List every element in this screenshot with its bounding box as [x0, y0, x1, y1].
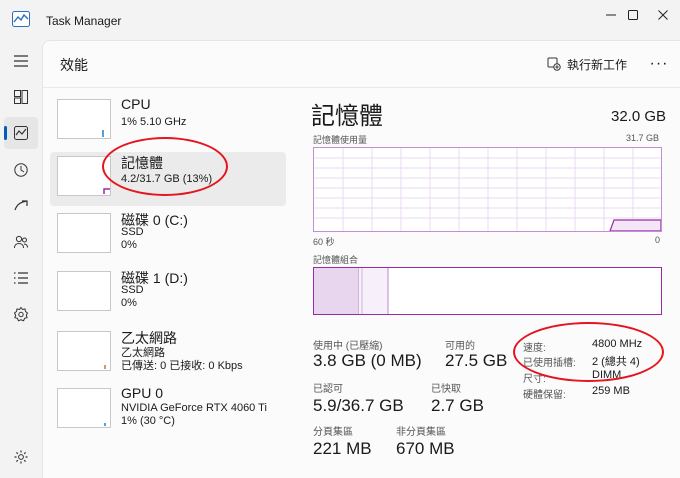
paged-pool-value: 221 MB: [313, 439, 372, 458]
ethernet-throughput: 已傳送: 0 已接收: 0 Kbps: [121, 360, 243, 372]
details-icon: [14, 272, 28, 284]
gpu-name: GPU 0: [121, 385, 164, 401]
page-title: 效能: [60, 57, 88, 73]
settings-icon: [14, 450, 28, 464]
menu-icon: [14, 55, 28, 67]
available-value: 27.5 GB: [445, 351, 508, 370]
nav-services[interactable]: [4, 298, 38, 330]
slots-used-value: 2 (總共 4): [592, 356, 640, 368]
app-history-icon: [14, 163, 28, 177]
hardware-reserved-value: 259 MB: [592, 385, 630, 397]
cpu-usage: 1% 5.10 GHz: [121, 116, 187, 128]
composition-modified: [359, 268, 388, 314]
task-manager-icon: [12, 11, 30, 27]
window-title: Task Manager: [46, 14, 122, 28]
cpu-thumbnail: [57, 99, 111, 139]
perf-item-ethernet[interactable]: 乙太網路 乙太網路 已傳送: 0 已接收: 0 Kbps: [50, 327, 286, 381]
memory-composition-fill: [314, 268, 389, 314]
nav-processes[interactable]: [4, 81, 38, 113]
memory-composition-bar: [313, 267, 662, 315]
users-icon: [14, 235, 28, 249]
perf-item-cpu[interactable]: CPU 1% 5.10 GHz: [50, 95, 286, 149]
close-icon: [658, 10, 668, 20]
in-use-label: 使用中 (已壓縮): [313, 341, 383, 352]
in-use-value: 3.8 GB (0 MB): [313, 351, 422, 370]
detail-title: 記憶體: [311, 103, 383, 130]
nav-details[interactable]: [4, 262, 38, 294]
disk-1-usage: 0%: [121, 297, 137, 309]
maximize-icon: [628, 10, 638, 20]
run-new-task-icon: [547, 57, 561, 71]
committed-label: 已認可: [313, 384, 343, 395]
nav-app-history[interactable]: [4, 154, 38, 186]
disk-1-type: SSD: [121, 284, 144, 296]
disk-0-type: SSD: [121, 226, 144, 238]
memory-composition-label: 記憶體組合: [313, 255, 359, 265]
gpu-thumbnail: [57, 388, 111, 428]
header-divider: [43, 87, 680, 88]
disk-0-usage: 0%: [121, 239, 137, 251]
nav-settings[interactable]: [4, 441, 38, 473]
disk-1-thumbnail: [57, 271, 111, 311]
perf-item-disk-1[interactable]: 磁碟 1 (D:) SSD 0%: [50, 267, 286, 321]
title-bar: Task Manager: [0, 0, 680, 40]
form-factor-value: DIMM: [592, 369, 622, 381]
nav-users[interactable]: [4, 226, 38, 258]
memory-usage-line: [609, 219, 662, 232]
memory-total: 32.0 GB: [611, 108, 667, 125]
memory-usage-graph: [313, 147, 662, 232]
navigation-rail: [0, 40, 42, 478]
form-factor-label: 尺寸:: [523, 374, 546, 385]
services-icon: [13, 306, 29, 322]
paged-pool-label: 分頁集區: [313, 427, 353, 438]
close-button[interactable]: [640, 0, 680, 30]
startup-apps-icon: [14, 200, 28, 211]
memory-name: 記憶體: [121, 155, 163, 171]
memory-usage-grid: [314, 148, 662, 232]
memory-thumbnail: [57, 156, 111, 196]
perf-item-gpu[interactable]: GPU 0 NVIDIA GeForce RTX 4060 Ti 1% (30 …: [50, 384, 286, 438]
speed-label: 速度:: [523, 343, 546, 354]
available-label: 可用的: [445, 341, 475, 352]
nonpaged-pool-label: 非分頁集區: [396, 427, 446, 438]
nav-startup-apps[interactable]: [4, 190, 38, 222]
speed-value: 4800 MHz: [592, 338, 643, 350]
gpu-usage: 1% (30 °C): [121, 415, 175, 427]
nav-performance[interactable]: [4, 117, 38, 149]
cached-label: 已快取: [431, 384, 461, 395]
gpu-model: NVIDIA GeForce RTX 4060 Ti: [121, 402, 267, 414]
time-span-label: 60 秒: [313, 237, 335, 247]
perf-item-memory[interactable]: 記憶體 4.2/31.7 GB (13%): [50, 152, 286, 206]
more-options-button[interactable]: ···: [647, 53, 671, 75]
nav-menu-button[interactable]: [4, 45, 38, 77]
perf-item-disk-0[interactable]: 磁碟 0 (C:) SSD 0%: [50, 209, 286, 263]
processes-icon: [14, 90, 28, 104]
run-new-task-label: 執行新工作: [567, 57, 628, 72]
memory-usage: 4.2/31.7 GB (13%): [121, 173, 213, 185]
main-panel: 效能 執行新工作 ··· CPU 1% 5.10 GHz 記憶體 4.2/31.…: [42, 40, 680, 478]
cpu-name: CPU: [121, 96, 151, 112]
committed-value: 5.9/36.7 GB: [313, 396, 404, 415]
nonpaged-pool-value: 670 MB: [396, 439, 455, 458]
composition-in-use: [314, 268, 359, 314]
slots-used-label: 已使用插槽:: [523, 358, 576, 369]
performance-icon: [14, 126, 28, 140]
time-zero-label: 0: [655, 235, 661, 245]
hardware-reserved-label: 硬體保留:: [523, 390, 566, 401]
ethernet-thumbnail: [57, 331, 111, 371]
run-new-task-button[interactable]: 執行新工作: [547, 53, 627, 75]
memory-usage-max: 31.7 GB: [626, 133, 660, 143]
memory-usage-label: 記憶體使用量: [313, 135, 368, 145]
disk-0-thumbnail: [57, 213, 111, 253]
cached-value: 2.7 GB: [431, 396, 484, 415]
